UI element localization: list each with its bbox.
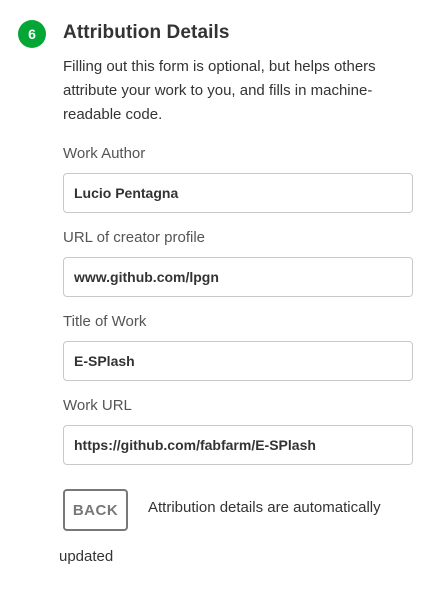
status-message-continued: updated: [59, 548, 114, 565]
status-message: Attribution details are automatically: [148, 499, 381, 516]
creator-profile-url-label: URL of creator profile: [63, 229, 206, 246]
title-of-work-input[interactable]: [63, 341, 413, 381]
back-button[interactable]: BACK: [63, 489, 128, 531]
work-url-label: Work URL: [63, 397, 132, 414]
section-title: Attribution Details: [63, 22, 230, 43]
step-number-badge: 6: [18, 20, 46, 48]
work-author-label: Work Author: [63, 145, 146, 162]
creator-profile-url-input[interactable]: [63, 257, 413, 297]
work-author-input[interactable]: [63, 173, 413, 213]
title-of-work-label: Title of Work: [63, 313, 147, 330]
work-url-input[interactable]: [63, 425, 413, 465]
intro-text: Filling out this form is optional, but h…: [63, 58, 376, 123]
attribution-details-section: 6 Attribution Details Filling out this f…: [0, 0, 431, 591]
